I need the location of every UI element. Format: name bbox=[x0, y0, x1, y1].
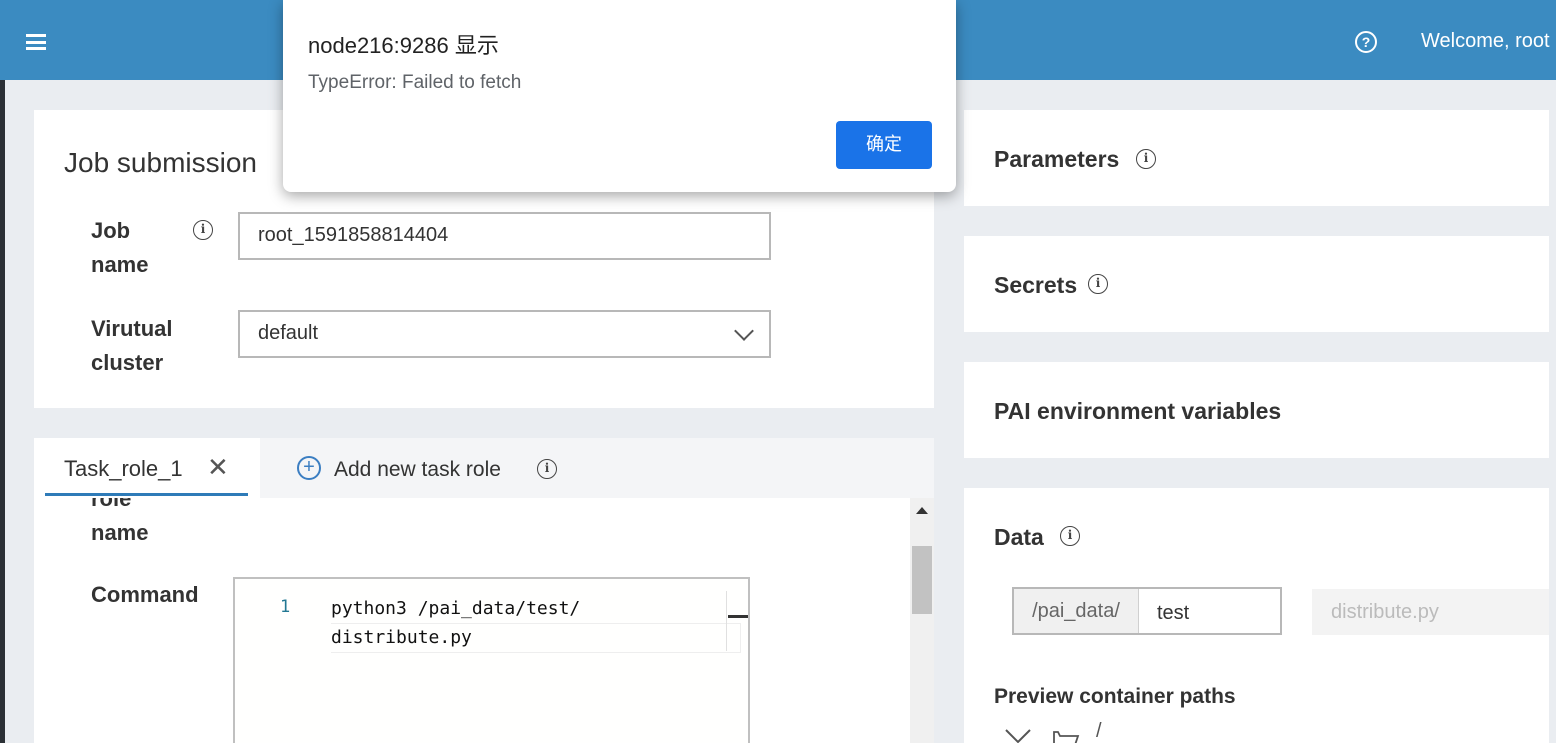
virtual-cluster-label: Virutual cluster bbox=[91, 316, 173, 375]
data-title: Data bbox=[994, 524, 1044, 550]
container-path-tree-root[interactable]: / bbox=[1004, 720, 1124, 743]
data-info-icon[interactable]: i bbox=[1060, 526, 1080, 546]
data-path-input[interactable]: /pai_data/ test bbox=[1012, 587, 1282, 635]
editor-cursor bbox=[728, 615, 748, 618]
code-line-2: distribute.py bbox=[331, 623, 741, 653]
data-path-value: test bbox=[1157, 602, 1190, 624]
role-name-label: role name bbox=[91, 498, 149, 545]
add-task-role-info-icon[interactable]: i bbox=[537, 459, 557, 479]
scrollbar-thumb[interactable] bbox=[912, 546, 932, 614]
scroll-up-arrow-icon[interactable] bbox=[916, 507, 928, 514]
data-file-input: distribute.py bbox=[1312, 589, 1549, 635]
job-name-input[interactable]: root_1591858814404 bbox=[238, 212, 771, 260]
tab-task-role-1[interactable]: Task_role_1 ✕ bbox=[34, 438, 260, 498]
environment-variables-title: PAI environment variables bbox=[994, 398, 1282, 424]
preview-container-paths-label: Preview container paths bbox=[994, 685, 1236, 708]
virtual-cluster-select[interactable]: default bbox=[238, 310, 771, 358]
secrets-info-icon[interactable]: i bbox=[1088, 274, 1108, 294]
hamburger-menu-icon[interactable] bbox=[26, 34, 46, 50]
secrets-title: Secrets bbox=[994, 272, 1078, 298]
dialog-message: TypeError: Failed to fetch bbox=[308, 72, 522, 93]
tree-root-label: / bbox=[1096, 720, 1102, 742]
virtual-cluster-value: default bbox=[258, 322, 319, 344]
parameters-title: Parameters bbox=[994, 146, 1120, 172]
secrets-card[interactable]: Secrets i bbox=[964, 236, 1549, 332]
code-line-1: python3 /pai_data/test/ bbox=[331, 598, 581, 619]
code-content[interactable]: python3 /pai_data/test/ distribute.py bbox=[331, 595, 741, 653]
tab-task-role-1-label: Task_role_1 bbox=[64, 456, 183, 481]
ok-button[interactable]: 确定 bbox=[836, 121, 932, 169]
parameters-info-icon[interactable]: i bbox=[1136, 149, 1156, 169]
task-panel-scrollbar[interactable] bbox=[910, 498, 934, 743]
add-task-role-button[interactable]: Add new task role bbox=[334, 458, 501, 482]
tree-root-icons bbox=[1005, 729, 1080, 743]
data-path-prefix: /pai_data/ bbox=[1014, 589, 1139, 633]
help-icon[interactable]: ? bbox=[1355, 31, 1377, 53]
left-edge-strip bbox=[0, 80, 5, 743]
folder-open-icon bbox=[1053, 731, 1080, 743]
active-tab-indicator bbox=[45, 493, 248, 496]
editor-ruler bbox=[726, 591, 727, 651]
command-editor[interactable]: 1 python3 /pai_data/test/ distribute.py bbox=[233, 577, 750, 743]
add-circle-icon[interactable]: + bbox=[297, 456, 321, 480]
chevron-down-icon bbox=[1005, 729, 1031, 743]
job-name-label: Job name bbox=[91, 218, 149, 277]
page-title: Job submission bbox=[64, 147, 257, 178]
line-number: 1 bbox=[280, 597, 291, 617]
command-label: Command bbox=[91, 582, 199, 607]
task-role-tabs: Task_role_1 ✕ + Add new task role i bbox=[34, 438, 934, 498]
alert-dialog: node216:9286 显示 TypeError: Failed to fet… bbox=[283, 0, 956, 192]
environment-variables-card[interactable]: PAI environment variables bbox=[964, 362, 1549, 458]
chevron-down-icon bbox=[734, 321, 754, 341]
parameters-card[interactable]: Parameters i bbox=[964, 110, 1549, 206]
job-name-info-icon[interactable]: i bbox=[193, 220, 213, 240]
welcome-text[interactable]: Welcome, root bbox=[1421, 30, 1550, 53]
dialog-title: node216:9286 显示 bbox=[308, 33, 499, 58]
close-icon[interactable]: ✕ bbox=[207, 455, 229, 481]
